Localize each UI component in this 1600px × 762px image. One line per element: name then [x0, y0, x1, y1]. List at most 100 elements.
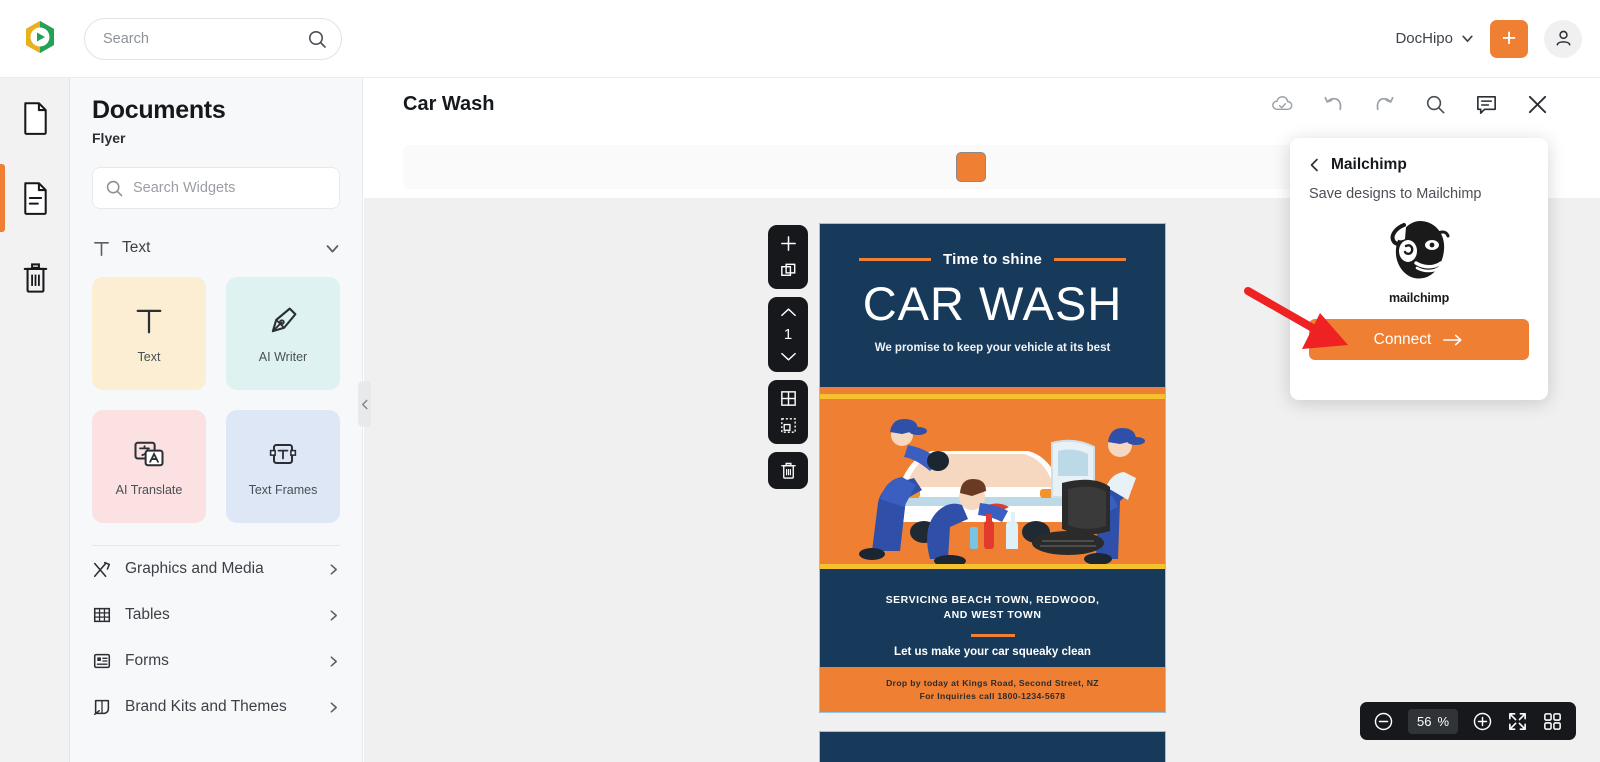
undo-arrow-icon[interactable] [1321, 92, 1346, 117]
fullscreen-button[interactable] [1507, 711, 1528, 732]
chevron-right-icon [330, 563, 337, 575]
flyer-footer-band: Drop by today at Kings Road, Second Stre… [820, 667, 1165, 712]
panel-title: Documents [92, 96, 226, 124]
rule-right [1054, 258, 1126, 261]
copy-icon [780, 263, 795, 276]
category-graphics-and-media[interactable]: Graphics and Media [92, 546, 340, 592]
flyer-headline: CAR WASH [862, 277, 1123, 330]
chevron-right-icon [330, 655, 337, 667]
minus-circle-icon [1374, 712, 1393, 730]
widget-tile-ai-translate[interactable]: AI Translate [92, 410, 206, 523]
page-icon [23, 102, 47, 135]
document-title[interactable]: Car Wash [403, 93, 495, 116]
zoom-level[interactable]: 56 % [1407, 708, 1458, 734]
brand-selector[interactable]: DocHipo [1395, 30, 1474, 47]
zoom-in-button[interactable] [1472, 711, 1493, 732]
top-bar: DocHipo + [0, 0, 1600, 78]
widget-tile-text-frames[interactable]: Text Frames [226, 410, 340, 523]
page-layout-group [768, 380, 808, 444]
add-page-button[interactable] [779, 234, 798, 253]
panel-collapse-handle[interactable] [358, 381, 371, 427]
next-page-button[interactable] [779, 350, 798, 363]
prev-page-button[interactable] [779, 306, 798, 319]
design-page-2[interactable] [819, 731, 1166, 762]
create-new-button[interactable]: + [1490, 19, 1528, 58]
category-tables[interactable]: Tables [92, 592, 340, 638]
mailchimp-header: Mailchimp [1309, 156, 1529, 174]
global-search[interactable] [84, 17, 342, 60]
select-area-button[interactable] [779, 416, 798, 435]
search-icon[interactable] [307, 29, 327, 49]
delete-page-button[interactable] [779, 461, 798, 480]
rule-left [858, 258, 931, 261]
widget-tile-text[interactable]: Text [92, 277, 206, 390]
category-forms[interactable]: Forms [92, 638, 340, 684]
dochipo-logo-icon[interactable] [18, 17, 62, 61]
design-page-1[interactable]: Time to shine CAR WASH We promise to kee… [819, 223, 1166, 713]
flyer-header-band: Time to shine CAR WASH We promise to kee… [820, 224, 1165, 394]
table-icon [93, 607, 111, 623]
search-icon [106, 180, 123, 196]
tile-label: Text [137, 350, 161, 364]
left-rail [0, 78, 70, 762]
cloud-check-icon[interactable] [1270, 92, 1295, 117]
widget-tile-ai-writer[interactable]: AI Writer [226, 277, 340, 390]
chevron-left-icon [361, 399, 368, 409]
connect-label: Connect [1373, 330, 1432, 348]
search-icon[interactable] [1423, 92, 1448, 117]
rail-item-documents[interactable] [0, 78, 70, 158]
section-header-text[interactable]: Text [92, 231, 340, 265]
chevron-up-icon [780, 308, 796, 317]
plus-icon: + [1501, 24, 1517, 52]
zoom-out-button[interactable] [1373, 711, 1394, 732]
tile-label: Text Frames [248, 483, 318, 497]
brand-kit-icon [94, 699, 110, 715]
chevron-right-icon [330, 701, 337, 713]
page-lines-icon [23, 182, 47, 215]
footer-line-2: For Inquiries call 1800-1234-5678 [919, 691, 1066, 701]
flyer-illustration [820, 399, 1165, 564]
flyer-tagline: Let us make your car squeaky clean [894, 646, 1091, 658]
fill-color-swatch[interactable] [956, 152, 986, 182]
flyer-eyebrow: Time to shine [942, 251, 1042, 268]
chevron-down-icon[interactable] [325, 241, 340, 256]
flyer-subhead: We promise to keep your vehicle at its b… [874, 342, 1111, 354]
delete-page-group[interactable] [768, 452, 808, 489]
redo-arrow-icon[interactable] [1372, 92, 1397, 117]
close-x-icon[interactable] [1525, 92, 1550, 117]
graphics-media-icon [93, 561, 111, 578]
widgets-panel: Documents Flyer Text [70, 78, 363, 762]
chevron-right-icon [330, 609, 337, 621]
panel-subtitle: Flyer [92, 130, 126, 146]
editor-toolbar [1270, 92, 1550, 117]
category-brand-kits-and-themes[interactable]: Brand Kits and Themes [92, 684, 340, 730]
widget-search-input[interactable] [133, 180, 327, 196]
rail-item-trash[interactable] [0, 238, 70, 318]
zoom-unit: % [1437, 713, 1449, 729]
servicing-line-1: SERVICING BEACH TOWN, REDWOOD, [885, 594, 1100, 606]
page-add-group [768, 225, 808, 289]
chevron-down-icon [1462, 35, 1473, 43]
category-label: Brand Kits and Themes [125, 698, 287, 715]
chevron-left-icon[interactable] [1309, 158, 1320, 172]
connect-button[interactable]: Connect [1309, 319, 1529, 360]
rail-item-pages[interactable] [0, 158, 70, 238]
current-page-number: 1 [783, 326, 793, 343]
category-label: Graphics and Media [125, 560, 264, 577]
flyer-orange-rule [820, 387, 1165, 394]
comment-icon[interactable] [1474, 92, 1499, 117]
grid-layout-button[interactable] [779, 389, 798, 408]
category-label: Tables [125, 606, 170, 623]
flyer-eyebrow-row: Time to shine [820, 251, 1165, 268]
grid-view-icon [1544, 712, 1561, 730]
widget-search[interactable] [92, 167, 340, 209]
search-input[interactable] [103, 30, 307, 47]
mailchimp-chimp-icon [1390, 221, 1450, 279]
duplicate-page-button[interactable] [779, 261, 798, 280]
account-button[interactable] [1544, 19, 1582, 58]
app-root: DocHipo + [0, 0, 1600, 762]
grid-view-button[interactable] [1542, 711, 1563, 732]
flyer-servicing-area: SERVICING BEACH TOWN, REDWOOD, AND WEST … [820, 593, 1165, 623]
trash-icon [23, 263, 47, 293]
flyer-mini-rule [970, 634, 1015, 637]
